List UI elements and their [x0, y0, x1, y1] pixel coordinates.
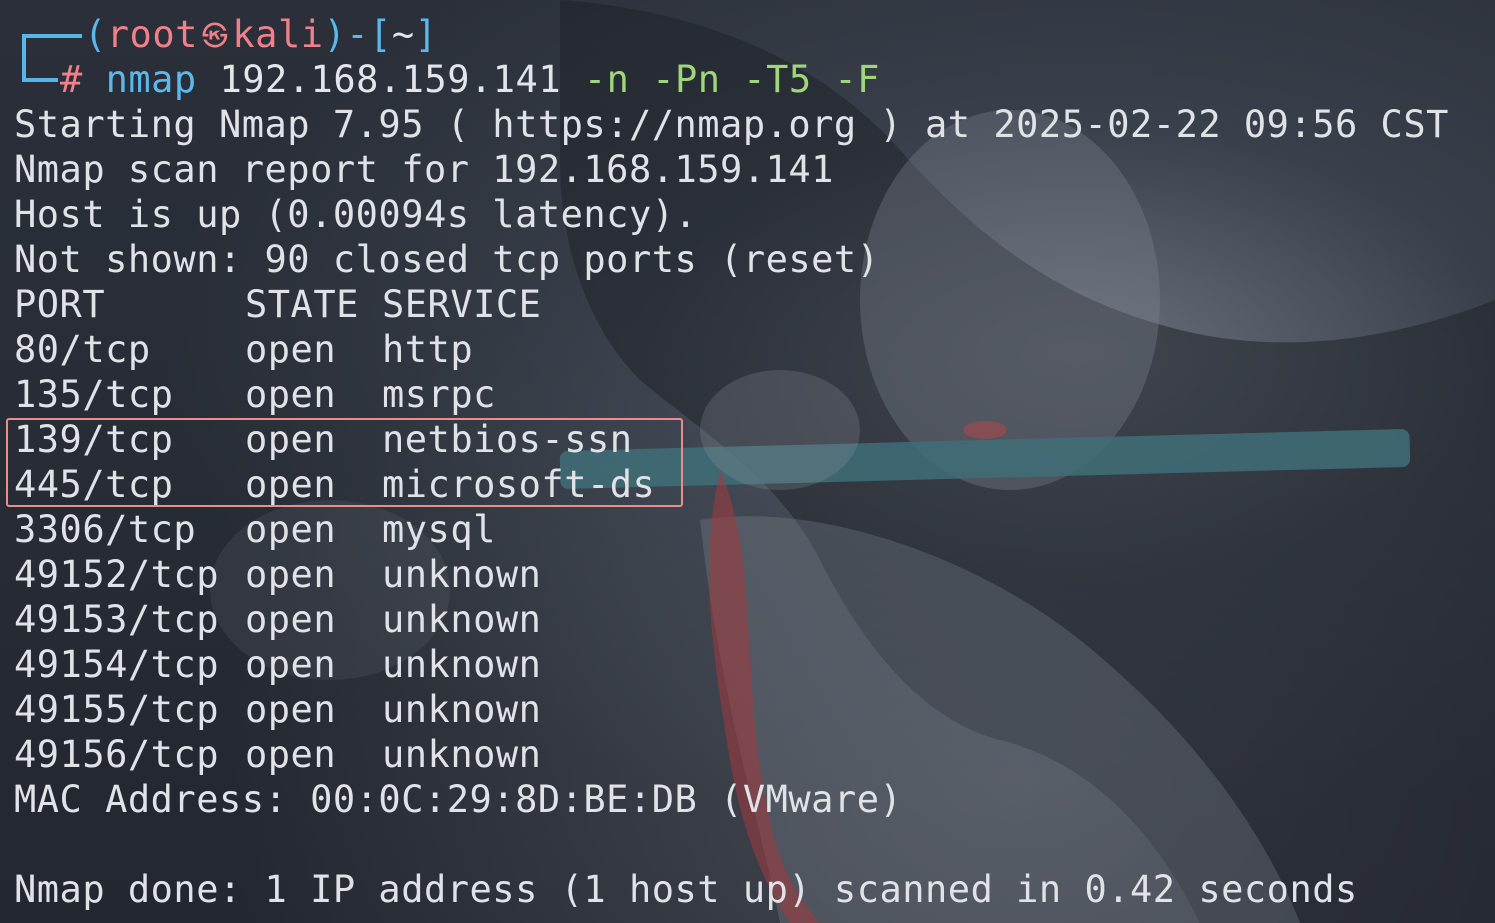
service-cell: microsoft-ds: [382, 463, 656, 506]
header-service: SERVICE: [382, 283, 542, 326]
table-row: 80/tcp open http: [14, 327, 473, 372]
port-cell: 445/tcp: [14, 463, 174, 506]
prompt-corner-bottom: [22, 78, 58, 82]
terminal-window[interactable]: (root ㉿ kali)-[~] # nmap 192.168.159.141 -…: [0, 0, 1495, 923]
service-cell: unknown: [382, 643, 542, 686]
port-cell: 49155/tcp: [14, 688, 219, 731]
command-flags: -n -Pn -T5 -F: [583, 58, 880, 101]
table-row: 49155/tcp open unknown: [14, 687, 541, 732]
service-cell: unknown: [382, 733, 542, 776]
state-cell: open: [245, 373, 337, 416]
port-cell: 49154/tcp: [14, 643, 219, 686]
table-row: 49152/tcp open unknown: [14, 552, 541, 597]
output-starting: Starting Nmap 7.95 ( https://nmap.org ) …: [14, 103, 1449, 146]
state-cell: open: [245, 553, 337, 596]
table-row: 49154/tcp open unknown: [14, 642, 541, 687]
state-cell: open: [245, 418, 337, 461]
output-host-up: Host is up (0.00094s latency).: [14, 193, 698, 236]
service-cell: netbios-ssn: [382, 418, 633, 461]
prompt-host: kali: [232, 13, 324, 56]
port-cell: 135/tcp: [14, 373, 174, 416]
table-row: 3306/tcp open mysql: [14, 507, 496, 552]
state-cell: open: [245, 508, 337, 551]
service-cell: msrpc: [382, 373, 496, 416]
port-cell: 49156/tcp: [14, 733, 219, 776]
port-cell: 49152/tcp: [14, 553, 219, 596]
prompt-path: ~: [391, 13, 415, 56]
command-name: nmap: [105, 58, 197, 101]
service-cell: mysql: [382, 508, 496, 551]
prompt-open-paren: (: [84, 13, 107, 56]
output-report: Nmap scan report for 192.168.159.141: [14, 148, 834, 191]
service-cell: unknown: [382, 598, 542, 641]
prompt-close-paren: )-[: [323, 13, 392, 56]
state-cell: open: [245, 688, 337, 731]
header-port: PORT: [14, 283, 106, 326]
header-state: STATE: [245, 283, 359, 326]
state-cell: open: [245, 328, 337, 371]
port-cell: 80/tcp: [14, 328, 151, 371]
port-cell: 3306/tcp: [14, 508, 197, 551]
prompt-hash: #: [60, 58, 83, 101]
command-target: 192.168.159.141: [219, 58, 562, 101]
prompt-header-line: (root ㉿ kali)-[~]: [84, 12, 437, 57]
output-mac-address: MAC Address: 00:0C:29:8D:BE:DB (VMware): [14, 778, 903, 821]
prompt-close-bracket: ]: [414, 13, 438, 56]
output-done: Nmap done: 1 IP address (1 host up) scan…: [14, 868, 1358, 911]
state-cell: open: [245, 643, 337, 686]
table-row: 49153/tcp open unknown: [14, 597, 541, 642]
table-row: 445/tcp open microsoft-ds: [14, 462, 655, 507]
output-not-shown: Not shown: 90 closed tcp ports (reset): [14, 238, 880, 281]
port-cell: 49153/tcp: [14, 598, 219, 641]
state-cell: open: [245, 733, 337, 776]
state-cell: open: [245, 598, 337, 641]
kali-symbol-icon: ㉿: [201, 22, 229, 52]
service-cell: unknown: [382, 688, 542, 731]
state-cell: open: [245, 463, 337, 506]
table-row: 139/tcp open netbios-ssn: [14, 417, 633, 462]
service-cell: unknown: [382, 553, 542, 596]
table-row: 135/tcp open msrpc: [14, 372, 496, 417]
service-cell: http: [382, 328, 474, 371]
table-row: 49156/tcp open unknown: [14, 732, 541, 777]
command-line[interactable]: # nmap 192.168.159.141 -n -Pn -T5 -F: [60, 57, 880, 102]
port-table-header: PORT STATE SERVICE: [14, 282, 541, 327]
prompt-user: root: [106, 13, 198, 56]
port-cell: 139/tcp: [14, 418, 174, 461]
